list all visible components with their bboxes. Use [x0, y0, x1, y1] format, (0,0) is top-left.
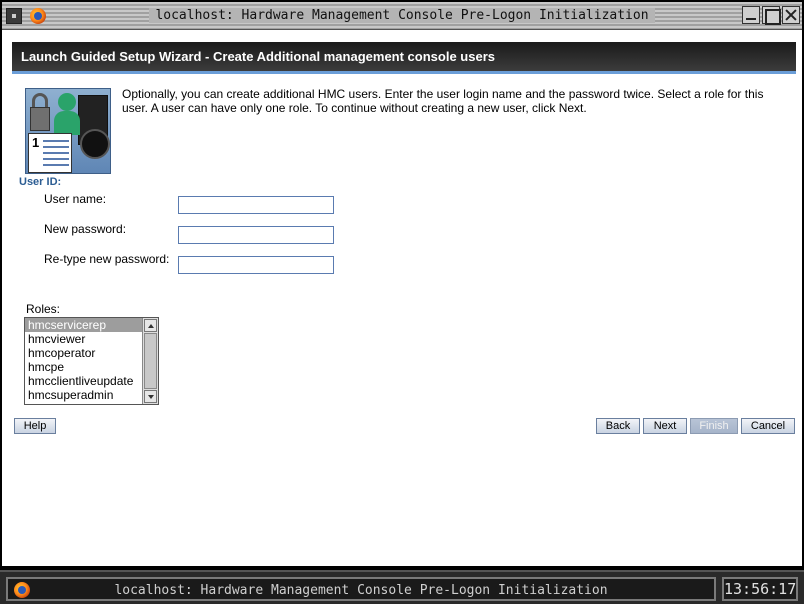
roles-label: Roles:: [26, 302, 61, 316]
role-item-hmcsuperadmin[interactable]: hmcsuperadmin: [25, 388, 143, 402]
retype-password-input[interactable]: [178, 256, 334, 274]
clock: 13:56:17: [722, 577, 798, 601]
username-input[interactable]: [178, 196, 334, 214]
retype-password-label: Re-type new password:: [44, 252, 170, 266]
user-setup-illustration: 1: [25, 88, 111, 174]
help-button[interactable]: Help: [14, 418, 56, 434]
scroll-down-icon[interactable]: [144, 390, 157, 403]
roles-scrollbar[interactable]: [142, 318, 158, 404]
minimize-icon[interactable]: [742, 6, 760, 24]
page-title: Launch Guided Setup Wizard - Create Addi…: [21, 49, 495, 64]
scroll-up-icon[interactable]: [144, 319, 157, 332]
role-item-hmcservicerep[interactable]: hmcservicerep: [25, 318, 143, 332]
back-button[interactable]: Back: [596, 418, 640, 434]
role-item-hmcclientliveupdate[interactable]: hmcclientliveupdate: [25, 374, 143, 388]
role-item-hmcpe[interactable]: hmcpe: [25, 360, 143, 374]
maximize-icon[interactable]: [762, 6, 781, 25]
window-title: localhost: Hardware Management Console P…: [149, 8, 655, 23]
username-label: User name:: [44, 192, 107, 206]
finish-button: Finish: [690, 418, 738, 434]
role-item-hmcoperator[interactable]: hmcoperator: [25, 346, 143, 360]
user-id-section-label: User ID:: [19, 176, 62, 188]
cancel-button[interactable]: Cancel: [741, 418, 795, 434]
new-password-input[interactable]: [178, 226, 334, 244]
taskbar-window-label: localhost: Hardware Management Console P…: [114, 583, 608, 598]
role-item-hmcviewer[interactable]: hmcviewer: [25, 332, 143, 346]
intro-text: Optionally, you can create additional HM…: [122, 87, 764, 115]
browser-window: localhost: Hardware Management Console P…: [0, 0, 804, 568]
close-icon[interactable]: [782, 6, 800, 24]
title-bar[interactable]: localhost: Hardware Management Console P…: [2, 2, 802, 30]
taskbar: localhost: Hardware Management Console P…: [0, 570, 804, 604]
roles-listbox[interactable]: hmcservicerep hmcviewer hmcoperator hmcp…: [24, 317, 159, 405]
next-button[interactable]: Next: [643, 418, 687, 434]
wizard-header: Launch Guided Setup Wizard - Create Addi…: [12, 42, 796, 74]
taskbar-window-item[interactable]: localhost: Hardware Management Console P…: [6, 577, 716, 601]
new-password-label: New password:: [44, 222, 127, 236]
scrollbar-thumb[interactable]: [144, 333, 157, 389]
